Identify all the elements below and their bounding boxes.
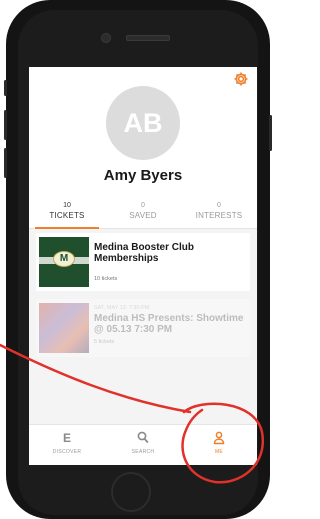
discover-icon: E [62,431,71,445]
profile-header: AB Amy Byers 10 TICKETS 0 SAVED 0 INTERE… [29,67,257,229]
tab-interests[interactable]: 0 INTERESTS [181,201,257,228]
gear-icon[interactable] [233,71,249,87]
mute-switch [4,80,7,96]
ticket-count: 10 tickets [94,276,118,282]
nav-search[interactable]: SEARCH [105,425,181,465]
person-icon [181,431,257,449]
volume-down-button [4,148,7,178]
nav-discover[interactable]: E DISCOVER [29,425,105,465]
nav-label: ME [214,449,224,455]
ticket-card-booster[interactable]: M Medina Booster Club Memberships 10 tic… [36,233,250,291]
tab-label: TICKETS [49,211,85,220]
search-icon [105,431,181,449]
nav-label: DISCOVER [52,449,82,455]
volume-up-button [4,110,7,140]
app-screen: AB Amy Byers 10 TICKETS 0 SAVED 0 INTERE… [29,67,257,465]
earpiece-speaker [126,35,170,41]
tab-label: INTERESTS [195,211,243,220]
ticket-title: Medina HS Presents: Showtime @ 05.13 7:3… [94,313,244,335]
home-button[interactable] [111,472,151,512]
ticket-date: SAT, MAY 13, 7:30 PM [94,305,150,311]
booster-logo: M [53,251,75,267]
ticket-count: 5 tickets [94,339,115,345]
profile-tabs: 10 TICKETS 0 SAVED 0 INTERESTS [29,201,257,229]
power-button [269,115,272,151]
tab-count: 0 [217,202,221,209]
tab-tickets[interactable]: 10 TICKETS [29,201,105,229]
event-thumbnail: M [39,237,89,287]
tab-label: SAVED [129,211,157,220]
avatar[interactable]: AB [106,86,180,160]
bottom-tab-bar: E DISCOVER SEARCH ME [29,424,257,465]
tab-saved[interactable]: 0 SAVED [105,201,181,228]
front-camera [101,33,111,43]
nav-me[interactable]: ME [181,425,257,465]
tab-count: 10 [63,202,71,209]
ticket-title: Medina Booster Club Memberships [94,242,195,264]
nav-label: SEARCH [131,449,155,455]
event-thumbnail [39,303,89,353]
tab-count: 0 [141,202,145,209]
user-name: Amy Byers [103,167,183,184]
ticket-card-showtime[interactable]: SAT, MAY 13, 7:30 PM Medina HS Presents:… [36,299,250,357]
